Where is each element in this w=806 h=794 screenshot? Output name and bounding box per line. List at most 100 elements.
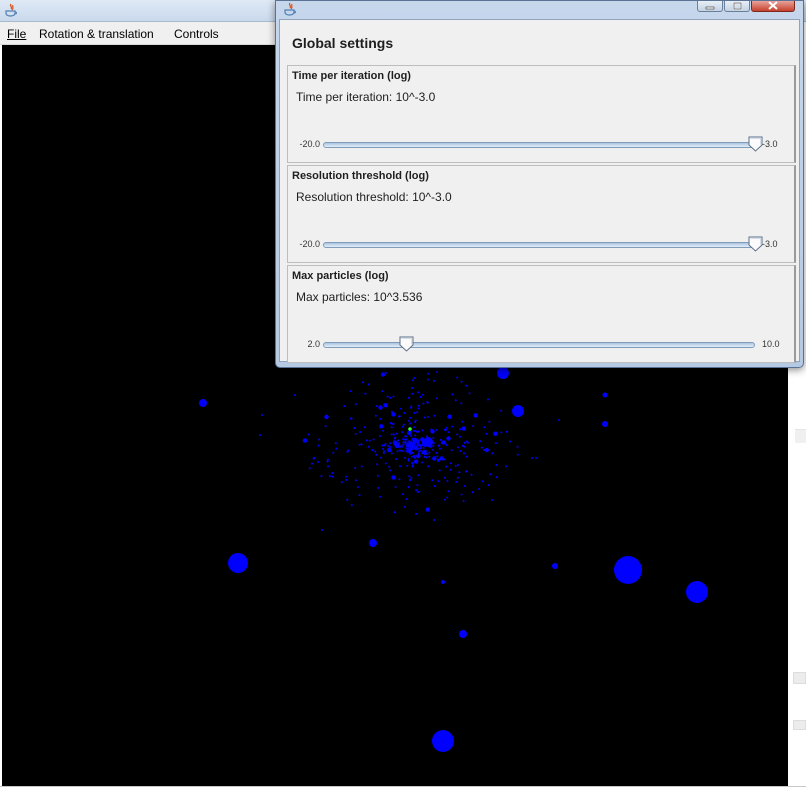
particle: [447, 431, 450, 434]
particle: [427, 372, 430, 375]
particle: [416, 444, 419, 447]
particle: [465, 440, 468, 443]
particle: [409, 442, 412, 445]
particle: [401, 425, 404, 428]
particle: [379, 495, 381, 498]
particle: [454, 399, 457, 402]
minimize-icon: [705, 0, 715, 13]
particle: [347, 449, 350, 452]
particle: [377, 487, 379, 489]
max-particles-slider-track[interactable]: [323, 342, 755, 348]
particle: [432, 442, 435, 444]
particle: [423, 416, 426, 419]
particle: [426, 401, 429, 403]
particle: [482, 449, 485, 451]
particle: [345, 475, 348, 478]
particle: [421, 461, 424, 464]
particle: [437, 460, 440, 463]
resolution-threshold-slider-thumb[interactable]: [748, 236, 763, 252]
particle: [433, 414, 436, 417]
particle: [686, 581, 708, 603]
particle: [402, 443, 405, 446]
particle: [500, 431, 503, 434]
particle: [433, 485, 436, 487]
particle: [421, 393, 424, 396]
particle: [497, 367, 509, 379]
particle: [430, 429, 435, 434]
particle: [389, 442, 392, 445]
particle: [432, 730, 454, 752]
particle: [408, 427, 412, 431]
particle: [389, 469, 392, 472]
particle: [321, 529, 323, 531]
particle: [488, 420, 491, 423]
minimize-button[interactable]: [697, 1, 723, 12]
particle: [458, 471, 461, 474]
particle: [430, 445, 433, 448]
particle: [389, 396, 392, 399]
menu-file[interactable]: File: [7, 27, 26, 41]
menu-rotation-translation[interactable]: Rotation & translation: [39, 27, 154, 41]
particle: [432, 448, 434, 451]
particle: [199, 399, 207, 407]
particle: [395, 432, 398, 435]
particle: [480, 446, 483, 449]
particle: [374, 414, 377, 417]
particle: [403, 438, 406, 441]
particle: [491, 452, 494, 455]
particle: [451, 393, 454, 396]
particle: [408, 479, 411, 482]
particle: [379, 405, 382, 408]
particle: [433, 519, 435, 521]
menu-rotation-translation-label: Rotation & translation: [39, 27, 154, 41]
particle: [416, 411, 419, 414]
particle: [516, 453, 519, 456]
particle: [390, 426, 393, 429]
particle: [368, 439, 371, 442]
particle: [462, 500, 465, 502]
particle: [516, 445, 519, 448]
particle: [409, 452, 412, 455]
close-button[interactable]: [751, 1, 795, 12]
particle: [422, 449, 427, 455]
particle: [468, 392, 471, 395]
particle: [382, 447, 385, 450]
particle: [359, 431, 362, 433]
particle: [419, 447, 422, 449]
particle: [228, 553, 248, 573]
menu-controls[interactable]: Controls: [174, 27, 219, 41]
particle: [406, 464, 409, 467]
particle: [432, 456, 437, 461]
particle: [450, 449, 453, 452]
particle: [428, 451, 431, 454]
time-per-iteration-slider-track[interactable]: [323, 142, 755, 148]
slider-max-label: -3.0: [762, 239, 778, 249]
particle: [400, 407, 402, 410]
particle: [409, 416, 412, 419]
time-per-iteration-slider-thumb[interactable]: [748, 136, 763, 152]
particle: [375, 453, 378, 456]
settings-heading: Global settings: [292, 35, 394, 51]
particle: [493, 431, 498, 436]
particle: [375, 405, 378, 407]
particle: [328, 475, 331, 478]
maximize-button[interactable]: [724, 1, 750, 12]
particle: [358, 494, 361, 497]
particle: [389, 446, 391, 448]
resolution-threshold-slider-track[interactable]: [323, 242, 755, 248]
particle: [481, 480, 484, 483]
particle: [512, 405, 524, 417]
particle: [410, 405, 413, 408]
particle: [382, 452, 385, 454]
particle: [404, 440, 407, 443]
max-particles-slider-thumb[interactable]: [399, 336, 414, 352]
particle: [374, 450, 377, 453]
particle: [426, 378, 429, 381]
particle: [441, 580, 445, 584]
particle: [411, 465, 414, 468]
particle: [465, 384, 468, 387]
particle: [294, 394, 296, 396]
particle: [509, 440, 512, 443]
settings-titlebar[interactable]: [276, 1, 803, 19]
particle: [461, 420, 464, 423]
